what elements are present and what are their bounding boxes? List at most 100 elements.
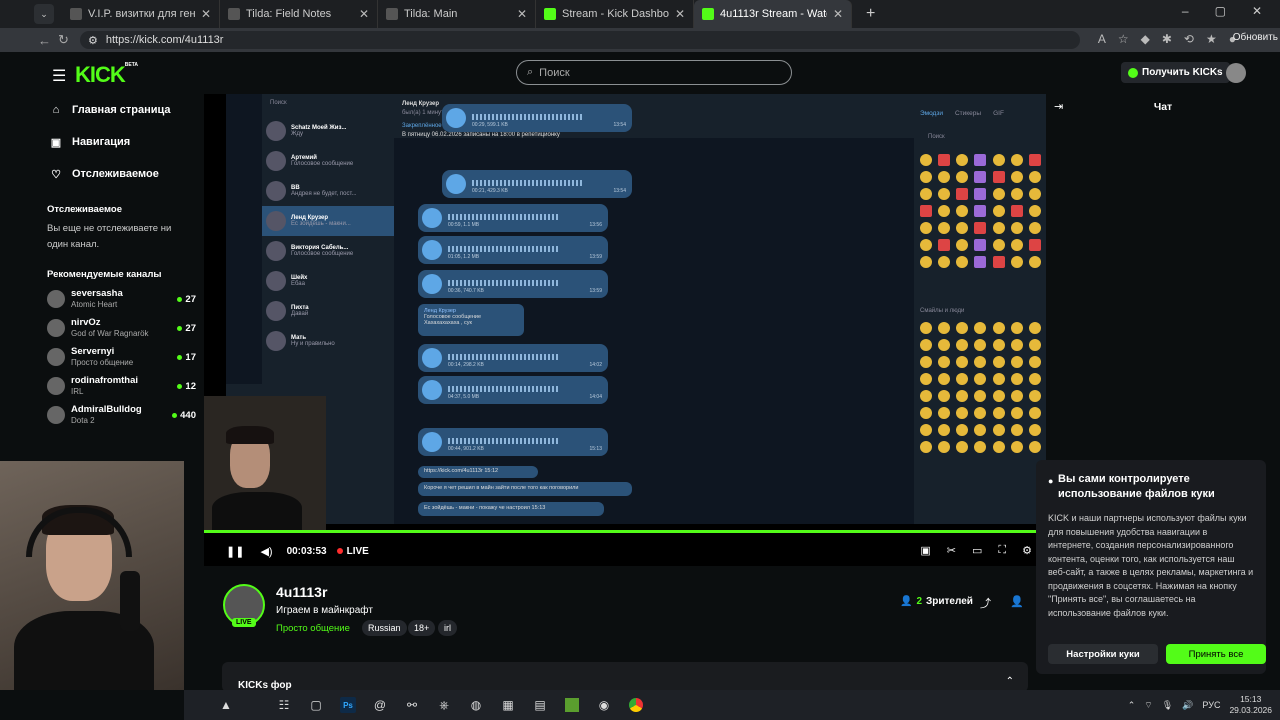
extension-icon[interactable]: ◆ [1141,32,1150,46]
recommended-channel[interactable]: rodinafromthai IRL 12 [47,373,196,399]
browser-tab[interactable]: Tilda: Main ✕ [378,0,536,28]
taskview-icon[interactable]: ☷ [268,690,300,720]
search-input[interactable]: ⌕ Поиск [516,60,792,85]
browser-tab[interactable]: Stream - Kick Dashboard ✕ [536,0,694,28]
menu-icon[interactable]: ☰ [52,66,66,86]
live-indicator[interactable]: LIVE [336,546,369,557]
voice-duration: 04:37, 5.0 MB [448,394,480,400]
viewer-count: 👤 2 Зрителей [900,596,973,607]
chevron-up-icon[interactable]: ⌃ [1006,676,1014,687]
progress-bar[interactable] [204,530,1046,533]
bookmark-star-icon[interactable]: ☆ [1118,32,1129,46]
share-icon[interactable]: ⤴ [980,595,991,611]
get-kicks-button[interactable]: Получить KICKs [1121,62,1230,83]
play-voice-icon [422,274,442,294]
network-icon[interactable]: ⌔ [1144,700,1152,711]
photoshop-icon[interactable]: Ps [332,690,364,720]
chrome-icon[interactable] [620,690,652,720]
following-empty-text: Вы еще не отслеживаете ни один канал. [47,223,172,250]
viewers-label: Зрителей [926,596,973,607]
puzzle-icon[interactable]: ✱ [1162,32,1172,46]
recommended-channel[interactable]: AdmiralBulldog Dota 2 440 [47,402,196,428]
app-icon[interactable]: ◉ [588,690,620,720]
emoji-cell [1028,222,1041,234]
browser-icon[interactable]: @ [364,690,396,720]
emoji-cell [956,322,969,334]
close-window-icon[interactable]: ✕ [1252,4,1262,18]
url-field[interactable]: ⚙ https://kick.com/4u1113r [80,31,1080,49]
settings-gear-icon[interactable]: ⚙ [1022,544,1032,557]
channel-name: AdmiralBulldog [71,404,142,415]
tool-icon[interactable]: ⚯ [396,690,428,720]
accept-all-button[interactable]: Принять все [1166,644,1266,664]
favorites-icon[interactable]: ★ [1206,32,1217,46]
theater-mode-icon[interactable]: ▭ [972,544,982,557]
tab-favicon-icon [228,8,240,20]
clip-icon[interactable]: ✂ [947,544,956,557]
sidebar-nav-item[interactable]: ⌂ Главная страница [50,94,204,126]
maximize-icon[interactable]: ▢ [1215,4,1226,18]
system-tray: ⌃ ⌔ 🎙 🔊 РУС 15:13 29.03.2026 [1128,690,1272,720]
stream-tag[interactable]: Russian [362,620,407,636]
cookie-title: Вы сами контролируете использование файл… [1058,473,1215,500]
telegram-chat-item-preview: Голосовое сообщение [291,251,354,257]
follow-icon[interactable]: 👤 [1010,595,1024,608]
tab-list-dropdown-icon[interactable]: ⌄ [34,4,54,24]
channel-viewer-count: 17 [185,351,196,363]
recommended-channel[interactable]: nirvOz God of War Ragnarök 27 [47,315,196,341]
collapse-chat-icon[interactable]: ⇥ [1054,100,1063,113]
recommended-channel[interactable]: Servernyi Просто общение 17 [47,344,196,370]
browser-tab[interactable]: 4u1113r Stream - Watch Live ✕ [694,0,852,28]
video-player[interactable]: Поиск Schatz Моей Жиз... Жду Артемий Голосо… [204,94,1046,566]
clock[interactable]: 15:13 29.03.2026 [1229,694,1272,716]
minecraft-icon[interactable] [556,690,588,720]
sidebar-nav-item[interactable]: ♡ Отслеживаемое [50,158,204,190]
close-tab-icon[interactable]: ✕ [359,7,369,21]
recommended-channel[interactable]: seversasha Atomic Heart 27 [47,286,196,312]
sync-icon[interactable]: ⟲ [1184,32,1194,46]
game-icon[interactable]: ⎈ [428,690,460,720]
stream-category[interactable]: Просто общение [276,623,350,634]
voice-waveform [472,180,582,186]
update-button[interactable]: Обновить [1233,32,1278,43]
start-button[interactable]: ▲ [184,690,268,720]
minimize-icon[interactable]: – [1182,4,1189,18]
close-tab-icon[interactable]: ✕ [201,7,211,21]
new-tab-button[interactable]: + [866,5,875,23]
stream-tag[interactable]: irl [438,620,457,636]
sidebar: ⌂ Главная страница ▣ Навигация ♡ Отслеживаемо… [32,94,204,434]
volume-tray-icon[interactable]: 🔊 [1182,700,1193,711]
stream-tag[interactable]: 18+ [408,620,436,636]
language-indicator[interactable]: РУС [1202,700,1220,710]
sidebar-nav-item[interactable]: ▣ Навигация [50,126,204,158]
emoji-cell [1028,373,1041,385]
close-tab-icon[interactable]: ✕ [675,7,685,21]
fullscreen-icon[interactable]: ⛶ [998,544,1006,557]
kick-logo[interactable]: KICKBETA [75,62,138,88]
streamer-name[interactable]: 4u1113r [276,584,327,600]
files-icon[interactable]: ▢ [300,690,332,720]
stream-time: 00:03:53 [286,545,327,557]
close-tab-icon[interactable]: ✕ [517,7,527,21]
telegram-chat-item: Шейх Ебаа [262,266,394,296]
telegram-chat-item: Мать Ну и правильно [262,326,394,356]
notes-icon[interactable]: ▤ [524,690,556,720]
close-tab-icon[interactable]: ✕ [833,7,843,21]
site-info-icon[interactable]: ⚙ [88,34,98,47]
volume-icon[interactable]: ◀) [260,545,272,558]
emoji-cell [974,188,987,200]
pause-icon[interactable]: ❚❚ [226,545,244,558]
calculator-icon[interactable]: ▦ [492,690,524,720]
translate-icon[interactable]: A [1098,32,1106,46]
cookie-settings-button[interactable]: Настройки куки [1048,644,1158,664]
browser-tab[interactable]: Tilda: Field Notes ✕ [220,0,378,28]
tray-expand-icon[interactable]: ⌃ [1128,700,1136,711]
miniplayer-icon[interactable]: ▣ [920,544,930,557]
user-avatar[interactable] [1226,63,1246,83]
browser-tab[interactable]: V.I.P. визитки для генерального ✕ [62,0,220,28]
globe-icon[interactable]: ◍ [460,690,492,720]
emoji-cell [1028,205,1041,217]
mic-tray-icon[interactable]: 🎙 [1162,700,1173,711]
emoji-cell [956,256,969,268]
emoji-cell [992,356,1005,368]
